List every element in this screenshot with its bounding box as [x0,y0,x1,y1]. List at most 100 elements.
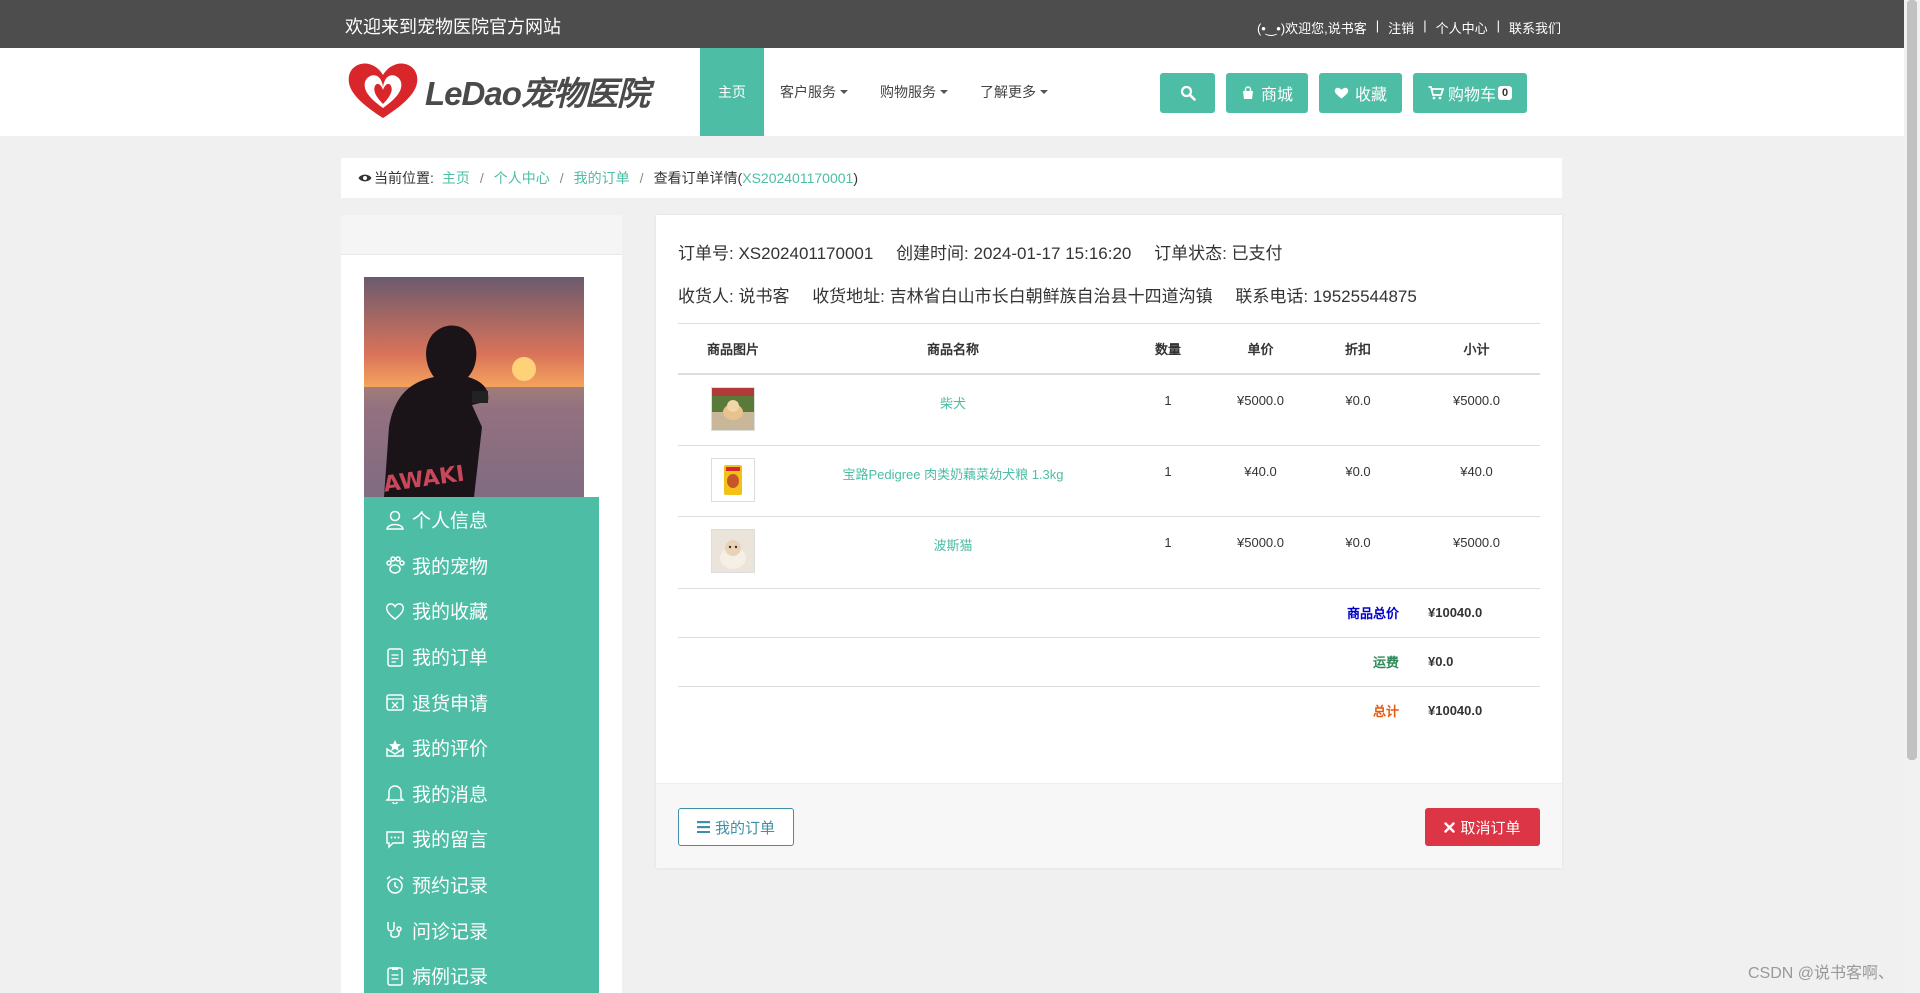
sidebar-item-label: 我的收藏 [412,602,489,624]
nav-shopping-service[interactable]: 购物服务 [864,48,964,136]
avatar-photo: AWAKI [364,277,584,497]
sidebar-item-label: 我的消息 [412,784,489,806]
order-number: 订单号: XS202401170001 [678,244,874,263]
sidebar-item-return-request[interactable]: 退货申请 [364,679,599,725]
list-icon [696,821,710,833]
table-row: 宝路Pedigree 肉类奶藕菜幼犬粮 1.3kg 1 ¥40.0 ¥0.0 ¥… [678,445,1540,517]
sidebar-item-my-messages[interactable]: 我的消息 [364,771,599,817]
sidebar-item-my-pets[interactable]: 我的宠物 [364,543,599,589]
cat-image [712,530,754,572]
logout-link[interactable]: 注销 [1388,18,1414,37]
shipping-value: ¥0.0 [1413,637,1540,687]
scrollbar-thumb[interactable] [1907,0,1917,760]
nav-customer-service[interactable]: 客户服务 [764,48,864,136]
review-icon [386,739,404,757]
product-thumbnail[interactable] [711,529,755,573]
phone: 联系电话: 19525544875 [1235,287,1417,306]
breadcrumb-divider: / [639,170,644,186]
breadcrumb-order-no[interactable]: XS202401170001 [742,170,853,186]
breadcrumb-current-suffix: ) [853,170,858,186]
spacer-cell [678,686,1303,735]
watermark: CSDN @说书客啊、 [1747,965,1894,982]
mall-button[interactable]: 商城 [1226,73,1309,113]
my-orders-button[interactable]: 我的订单 [678,808,794,846]
alarm-icon [386,875,404,894]
grand-total-row: 总计 ¥10040.0 [678,686,1540,735]
quantity-cell: 1 [1118,445,1218,517]
bell-icon [385,785,405,805]
breadcrumb-home[interactable]: 主页 [442,168,470,188]
sidebar-item-consultations[interactable]: 问诊记录 [364,907,599,953]
order-items-table: 商品图片 商品名称 数量 单价 折扣 小计 柴犬 1 ¥5000.0 ¥0.0 … [678,323,1540,735]
site-logo[interactable]: LeDao宠物医院 [345,60,650,122]
personal-center-link[interactable]: 个人中心 [1436,18,1488,37]
breadcrumb-divider: / [559,170,564,186]
favorites-label: 收藏 [1355,87,1388,104]
column-header: 小计 [1413,323,1540,375]
discount-cell: ¥0.0 [1303,445,1413,517]
product-image-cell [678,445,788,517]
contact-link[interactable]: 联系我们 [1509,18,1561,37]
product-name-link[interactable]: 宝路Pedigree 肉类奶藕菜幼犬粮 1.3kg [788,445,1118,517]
receiver: 收货人: 说书客 [678,287,790,306]
caret-down-icon [940,90,948,94]
sidebar-item-my-orders[interactable]: 我的订单 [364,634,599,680]
subtotal-cell: ¥40.0 [1413,445,1540,517]
product-name-link[interactable]: 波斯猫 [788,516,1118,589]
heart-logo-icon [348,63,418,118]
quantity-cell: 1 [1118,516,1218,589]
product-name-link[interactable]: 柴犬 [788,373,1118,446]
stethoscope-icon [387,922,402,939]
shopping-bag-icon [1243,86,1253,99]
logo-text: LeDao宠物医院 [425,75,650,112]
grand-total-label: 总计 [1372,704,1399,720]
breadcrumb-divider: / [479,170,484,186]
eye-icon [358,174,372,182]
breadcrumb-my-orders[interactable]: 我的订单 [574,168,630,188]
sidebar-item-label: 预约记录 [412,876,489,898]
product-thumbnail[interactable] [711,457,755,502]
heart-icon [1334,87,1349,99]
separator: | [1423,18,1427,33]
sidebar-header [341,215,622,255]
user-icon [386,510,404,530]
nav-learn-more[interactable]: 了解更多 [964,48,1064,136]
sidebar-item-label: 我的评价 [412,739,489,761]
quantity-cell: 1 [1118,373,1218,446]
sidebar-item-my-favorites[interactable]: 我的收藏 [364,588,599,634]
subtotal-cell: ¥5000.0 [1413,373,1540,446]
product-thumbnail[interactable] [711,386,755,431]
sidebar-item-label: 病例记录 [412,967,489,989]
favorites-button[interactable]: 收藏 [1319,73,1403,113]
search-button[interactable] [1160,73,1215,113]
product-image-cell [678,516,788,589]
shipping-row: 运费 ¥0.0 [678,637,1540,687]
shipping-label: 运费 [1303,637,1413,687]
sidebar-item-case-records[interactable]: 病例记录 [364,953,599,993]
column-header: 商品名称 [788,323,1118,375]
column-header: 数量 [1118,323,1218,375]
sidebar-item-my-comments[interactable]: 我的留言 [364,816,599,862]
clipboard-icon [387,647,403,667]
column-header: 商品图片 [678,323,788,375]
site-header: LeDao宠物医院 主页 客户服务 购物服务 了解更多 商城 收藏 购物车 0 [0,48,1904,136]
breadcrumb-current-prefix: 查看订单详情( [653,170,743,186]
sidebar-item-label: 问诊记录 [412,921,489,943]
sidebar-item-appointments[interactable]: 预约记录 [364,862,599,908]
spacer-cell [678,588,1303,638]
nav-home[interactable]: 主页 [700,48,764,136]
separator: | [1496,18,1500,33]
sidebar-item-label: 我的留言 [412,830,489,852]
avatar: AWAKI [364,277,584,497]
record-icon [387,966,403,986]
cancel-order-button[interactable]: 取消订单 [1425,808,1540,846]
sidebar-item-my-reviews[interactable]: 我的评价 [364,725,599,771]
cart-button[interactable]: 购物车 0 [1413,73,1528,113]
sidebar-item-personal-info[interactable]: 个人信息 [364,497,599,543]
cart-label: 购物车 [1448,87,1497,104]
order-created-time: 创建时间: 2024-01-17 15:16:20 [896,244,1132,263]
header-buttons: 商城 收藏 购物车 0 [1160,73,1528,113]
breadcrumb-personal-center[interactable]: 个人中心 [494,168,550,188]
page-scrollbar[interactable] [1904,0,1920,993]
panel-footer: 我的订单 取消订单 [656,783,1562,868]
